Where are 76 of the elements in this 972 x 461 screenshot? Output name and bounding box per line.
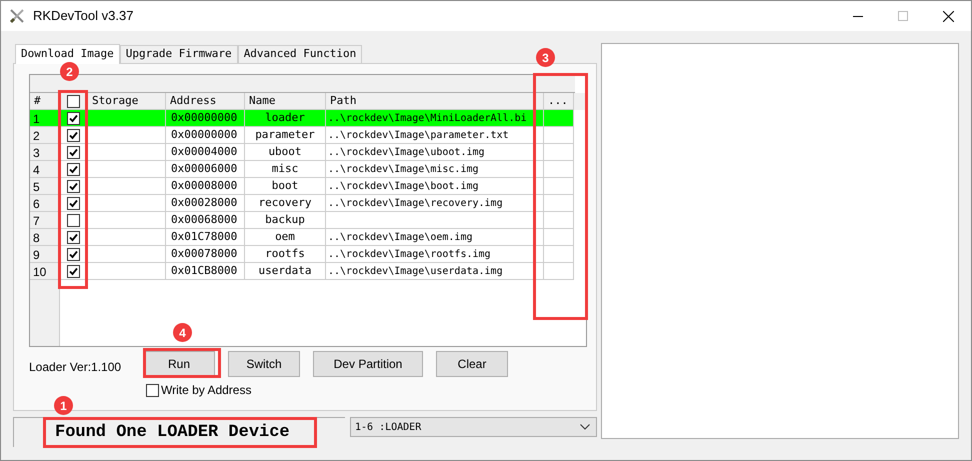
table-cell: 0x00078000 xyxy=(166,246,245,263)
table-cell: backup xyxy=(245,212,326,229)
table-row[interactable]: 6 0x00028000 recovery ..\rockdev\Image\recovery.img xyxy=(30,195,574,212)
table-cell: 0x00008000 xyxy=(166,178,245,195)
table-cell: ..\rockdev\Image\recovery.img xyxy=(326,195,544,212)
action-button[interactable]: Switch xyxy=(228,351,300,377)
write-by-address-checkbox[interactable]: Write by Address xyxy=(146,381,581,399)
row-checkbox[interactable] xyxy=(67,128,80,142)
status-text: Found One LOADER Device xyxy=(55,422,290,442)
tab[interactable]: Download Image xyxy=(15,44,120,64)
row-number: 8 xyxy=(30,229,60,246)
close-icon[interactable] xyxy=(943,10,954,22)
tab[interactable]: Upgrade Firmware xyxy=(120,45,238,63)
table-cell: 0x01CB8000 xyxy=(166,263,245,280)
table-row[interactable]: 10 0x01CB8000 userdata ..\rockdev\Image\userdata.img xyxy=(30,263,574,280)
table-cell: ..\rockdev\Image\uboot.img xyxy=(326,144,544,161)
row-checkbox[interactable] xyxy=(67,162,80,176)
table-row[interactable]: 7 0x00068000 backup xyxy=(30,212,574,229)
row-checkbox[interactable] xyxy=(67,180,80,192)
row-number: 2 xyxy=(30,127,60,144)
select-all-checkbox[interactable] xyxy=(67,94,80,108)
table-cell: rootfs xyxy=(245,246,326,263)
row-number: 9 xyxy=(30,246,60,263)
action-button[interactable]: Dev Partition xyxy=(313,351,423,377)
tools-icon xyxy=(9,8,25,24)
table-cell: userdata xyxy=(245,263,326,280)
table-row[interactable]: 8 0x01C78000 oem ..\rockdev\Image\oem.img xyxy=(30,229,574,246)
window-title: RKDevTool v3.37 xyxy=(33,7,134,26)
table-row[interactable]: 1 0x00000000 loader ..\rockdev\Image\MiniLoaderAll.bi xyxy=(30,110,574,127)
action-button[interactable]: Clear xyxy=(436,351,508,377)
table-row[interactable]: 4 0x00006000 misc ..\rockdev\Image\misc.img xyxy=(30,161,574,178)
table-cell: parameter xyxy=(245,127,326,144)
table-cell: oem xyxy=(245,229,326,246)
row-number: 4 xyxy=(30,161,60,178)
table-cell: 0x01C78000 xyxy=(166,229,245,246)
row-checkbox[interactable] xyxy=(67,196,80,210)
row-checkbox[interactable] xyxy=(67,248,80,260)
table-cell: 0x00004000 xyxy=(166,144,245,161)
row-number: 3 xyxy=(30,144,60,161)
table-cell: uboot xyxy=(245,144,326,161)
loader-version: Loader Ver:1.100 xyxy=(29,359,122,376)
table-cell: 0x00028000 xyxy=(166,195,245,212)
table-row[interactable]: 3 0x00004000 uboot ..\rockdev\Image\uboot.img xyxy=(30,144,574,161)
table-row[interactable]: 2 0x00000000 parameter ..\rockdev\Image\parameter.txt xyxy=(30,127,574,144)
table-cell: 0x00000000 xyxy=(166,110,245,127)
row-number: 7 xyxy=(30,212,60,229)
row-checkbox[interactable] xyxy=(67,214,80,226)
row-number: 10 xyxy=(30,263,60,280)
table-cell: ..\rockdev\Image\parameter.txt xyxy=(326,127,544,144)
table-cell: boot xyxy=(245,178,326,195)
table-cell: ..\rockdev\Image\MiniLoaderAll.bi xyxy=(326,110,544,127)
row-checkbox[interactable] xyxy=(67,112,80,124)
chevron-down-icon xyxy=(580,424,590,430)
table-cell: misc xyxy=(245,161,326,178)
table-cell: ..\rockdev\Image\userdata.img xyxy=(326,263,544,280)
table-cell: recovery xyxy=(245,195,326,212)
row-checkbox[interactable] xyxy=(67,264,80,278)
row-number: 6 xyxy=(30,195,60,212)
table-row[interactable]: 9 0x00078000 rootfs ..\rockdev\Image\rootfs.img xyxy=(30,246,574,263)
table-cell: 0x00000000 xyxy=(166,127,245,144)
row-checkbox[interactable] xyxy=(67,146,80,158)
row-header-filler xyxy=(30,280,60,346)
row-checkbox[interactable] xyxy=(67,230,80,244)
row-number: 1 xyxy=(30,110,60,127)
table-row[interactable]: 5 0x00008000 boot ..\rockdev\Image\boot.img xyxy=(30,178,574,195)
tab[interactable]: Advanced Function xyxy=(238,45,362,63)
table-cell: 0x00006000 xyxy=(166,161,245,178)
table-cell: 0x00068000 xyxy=(166,212,245,229)
row-number: 5 xyxy=(30,178,60,195)
table-cell: ..\rockdev\Image\oem.img xyxy=(326,229,544,246)
device-dropdown[interactable]: 1-6 :LOADER xyxy=(350,417,597,437)
table-cell: ..\rockdev\Image\rootfs.img xyxy=(326,246,544,263)
table-cell: ..\rockdev\Image\misc.img xyxy=(326,161,544,178)
step-marker: 3 xyxy=(536,48,555,67)
table-cell: loader xyxy=(245,110,326,127)
table-cell: ..\rockdev\Image\boot.img xyxy=(326,178,544,195)
